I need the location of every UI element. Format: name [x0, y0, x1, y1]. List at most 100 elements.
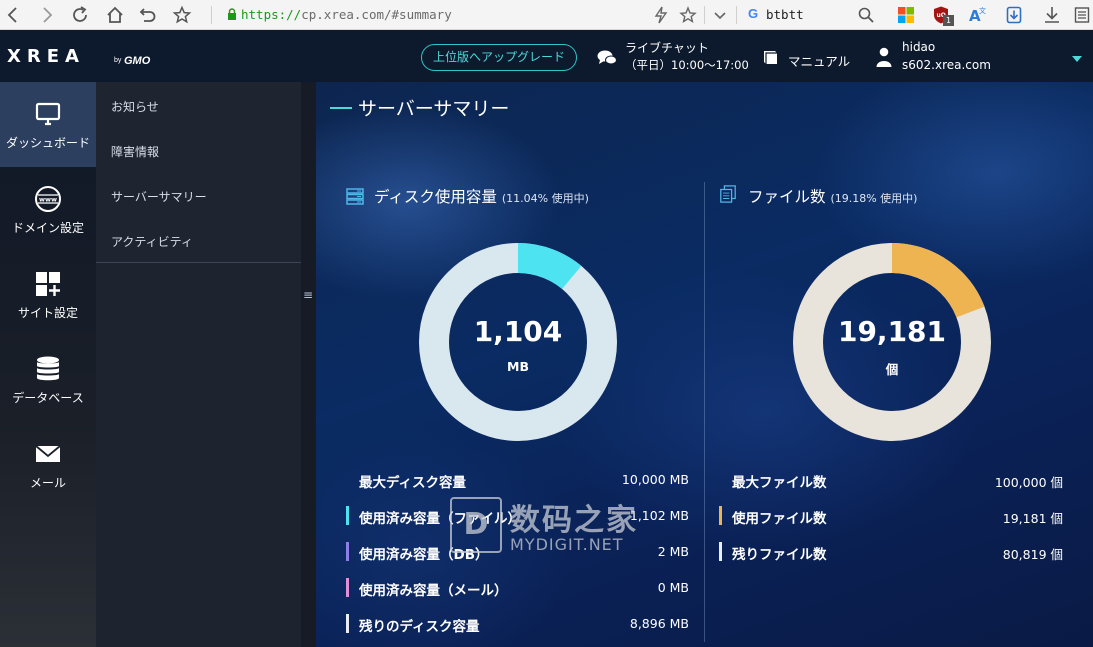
disk-usage-note: (11.04% 使用中) [501, 192, 589, 205]
gmo-logo: GMO [124, 55, 151, 67]
user-name[interactable]: hidao [902, 40, 935, 54]
watermark-logo-box: D [450, 497, 502, 553]
nav-dashboard-label: ダッシュボード [5, 136, 90, 150]
undo-icon[interactable] [137, 4, 159, 26]
toolbar-divider [736, 6, 737, 24]
title-dash-decoration [330, 106, 352, 109]
disk-used-value: 1,104 [473, 315, 563, 348]
translate-icon[interactable]: A文 [966, 4, 988, 26]
files-stat-used-label: 使用ファイル数 [732, 511, 827, 527]
xrea-logo[interactable]: XREA [7, 46, 85, 67]
server-rack-icon [346, 188, 364, 205]
watermark-cn-text: 数码之家 [510, 503, 638, 538]
files-title-text: ファイル数 [748, 188, 826, 206]
disk-stat-mail-value: 0 MB [657, 580, 689, 595]
disk-stat-remaining-value: 8,896 MB [629, 616, 689, 631]
submenu-panel: お知らせ 障害情報 サーバーサマリー アクティビティ [96, 82, 301, 647]
database-icon [37, 356, 59, 381]
www-globe-icon: www [35, 186, 61, 212]
submenu-list: お知らせ 障害情報 サーバーサマリー アクティビティ [96, 82, 301, 263]
submenu-collapse-handle[interactable]: ≡ [301, 82, 316, 647]
mail-icon [35, 445, 61, 462]
toolbar-divider [704, 6, 705, 24]
files-stat-max-value: 100,000 個 [994, 475, 1063, 490]
logo-by-text: by [114, 57, 122, 64]
home-icon[interactable] [104, 4, 126, 26]
disk-title-text: ディスク使用容量 [374, 188, 497, 206]
disk-stat-files-bar [346, 506, 349, 525]
nav-database[interactable]: データベース [0, 337, 96, 422]
google-icon: G [748, 6, 759, 21]
toolbar-divider [211, 6, 212, 24]
extension-badge: 1 [943, 15, 954, 26]
user-icon[interactable] [876, 47, 892, 67]
disk-stat-max: 最大ディスク容量 10,000 MB [346, 469, 689, 491]
files-stat-remaining-bar [719, 542, 722, 561]
files-stat-remaining: 残りファイル数 80,819 個 [719, 541, 1063, 563]
address-bar[interactable]: https://cp.xrea.com/#summary [241, 7, 452, 22]
documents-icon [720, 185, 736, 203]
nav-site-settings[interactable]: サイト設定 [0, 252, 96, 337]
favorite-star-icon[interactable] [677, 4, 699, 26]
files-usage-note: (19.18% 使用中) [830, 192, 918, 205]
browser-toolbar: https://cp.xrea.com/#summary G btbtt uO … [0, 0, 1093, 30]
files-used-unit: 個 [885, 362, 899, 377]
disk-panel-title: ディスク使用容量 (11.04% 使用中) [374, 185, 589, 207]
live-chat-hours: （平日）10:00〜17:00 [625, 58, 749, 72]
monitor-icon [35, 102, 61, 126]
disk-stat-remaining-label: 残りのディスク容量 [359, 619, 480, 635]
nav-mail[interactable]: メール [0, 422, 96, 507]
submenu-item-activity[interactable]: アクティビティ [111, 233, 193, 250]
nav-dashboard[interactable]: ダッシュボード [0, 82, 96, 167]
disk-stat-db-value: 2 MB [657, 544, 689, 559]
files-stat-used-value: 19,181 個 [1002, 511, 1063, 526]
nav-domain-settings[interactable]: www ドメイン設定 [0, 167, 96, 252]
chevron-down-icon[interactable] [709, 4, 731, 26]
menu-lines-icon[interactable] [1071, 4, 1093, 26]
live-chat-link[interactable]: ライブチャット [625, 39, 709, 56]
manual-link[interactable]: マニュアル [788, 51, 850, 70]
forward-icon[interactable] [35, 4, 57, 26]
disk-stat-db-bar [346, 542, 349, 561]
main-nav-rail: ダッシュボード www ドメイン設定 サイト設定 データベース メール [0, 82, 96, 647]
nav-mail-label: メール [29, 476, 66, 490]
hamburger-icon[interactable]: ≡ [303, 288, 313, 302]
nav-domain-settings-label: ドメイン設定 [11, 221, 84, 235]
files-used-value: 19,181 [837, 315, 947, 348]
back-icon[interactable] [3, 4, 25, 26]
reload-icon[interactable] [69, 4, 91, 26]
upgrade-button[interactable]: 上位版へアップグレード [421, 44, 577, 71]
download-arrow-shield-icon[interactable] [1003, 4, 1025, 26]
disk-stat-remaining: 残りのディスク容量 8,896 MB [346, 613, 689, 635]
files-stat-max-label: 最大ファイル数 [732, 475, 827, 491]
book-icon[interactable] [761, 49, 779, 66]
chat-bubbles-icon[interactable] [597, 49, 617, 67]
lock-icon [228, 8, 236, 20]
submenu-item-news[interactable]: お知らせ [111, 98, 159, 115]
ublock-shield-icon[interactable]: uO 1 [930, 4, 954, 26]
submenu-item-server-summary[interactable]: サーバーサマリー [111, 188, 207, 205]
lightning-icon[interactable] [650, 4, 672, 26]
bookmark-star-icon[interactable] [171, 4, 193, 26]
page-title-text: サーバーサマリー [358, 98, 510, 120]
user-menu-caret-icon[interactable] [1072, 56, 1082, 62]
disk-stat-remaining-bar [346, 614, 349, 633]
search-box[interactable]: btbtt [766, 7, 804, 22]
url-scheme: https:// [241, 7, 302, 22]
disk-used-unit: MB [507, 359, 529, 374]
search-icon[interactable] [855, 4, 877, 26]
mydigit-watermark: D 数码之家 MYDIGIT.NET [450, 497, 650, 557]
files-stat-remaining-label: 残りファイル数 [732, 547, 827, 563]
main-content: サーバーサマリー ディスク使用容量 (11.04% 使用中) 1,104 MB … [316, 82, 1093, 647]
windows-apps-icon[interactable] [895, 4, 917, 26]
files-stat-used-bar [719, 506, 722, 525]
download-icon[interactable] [1041, 4, 1063, 26]
grid-plus-icon [36, 272, 60, 296]
watermark-en-text: MYDIGIT.NET [510, 535, 624, 554]
nav-site-settings-label: サイト設定 [17, 306, 78, 320]
svg-text:www: www [39, 196, 57, 204]
files-stat-max: 最大ファイル数 100,000 個 [719, 469, 1063, 491]
files-stat-remaining-value: 80,819 個 [1002, 547, 1063, 562]
files-panel-title: ファイル数 (19.18% 使用中) [748, 185, 917, 207]
submenu-item-incidents[interactable]: 障害情報 [111, 143, 159, 160]
